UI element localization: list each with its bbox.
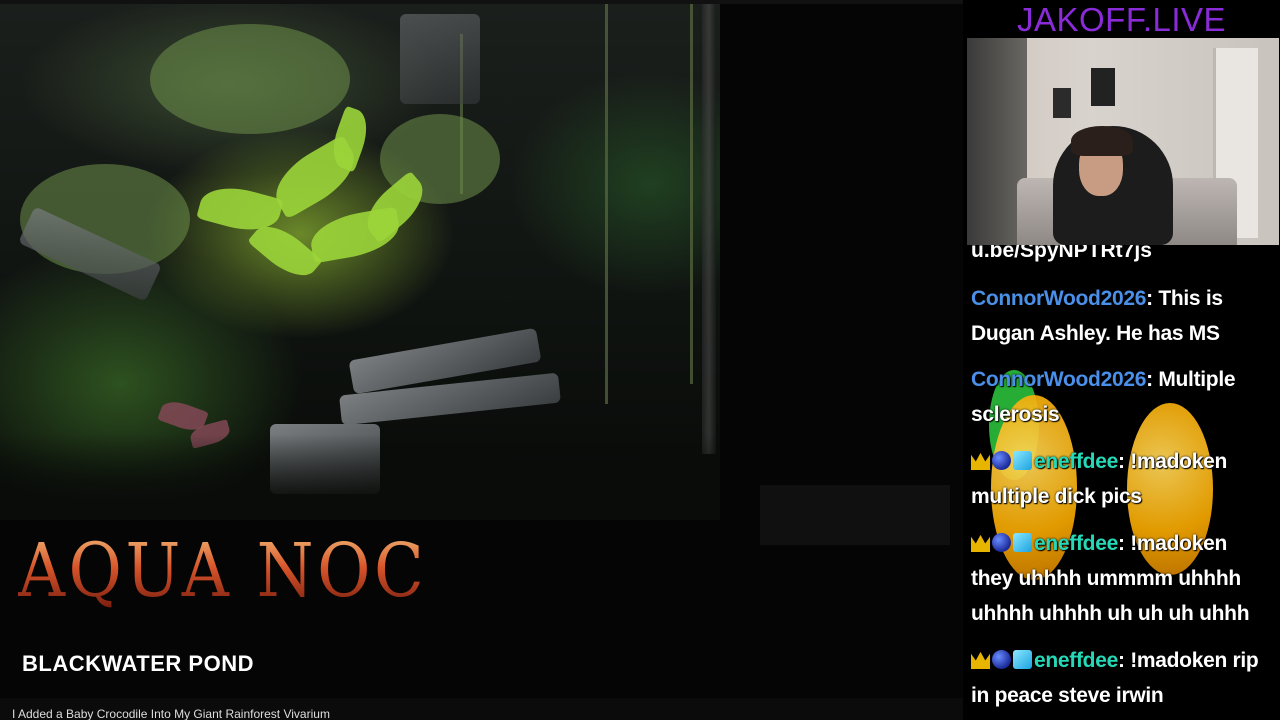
channel-brand: JAKOFF.LIVE [1016,1,1227,38]
stream-side-panel: JAKOFF.LIVE u.be/SpyNPTRt7js ConnorWood2… [963,0,1280,720]
video-caption-text: I Added a Baby Crocodile Into My Giant R… [12,707,330,720]
cube-icon [1013,650,1032,669]
orb-icon [992,533,1011,552]
video-player[interactable]: Aqua Noctis BLACKWATER POND I Added a Ba… [0,0,963,720]
webcam-feed [967,38,1279,245]
chat-feed[interactable]: u.be/SpyNPTRt7js ConnorWood2026: This is… [963,245,1280,720]
chat-username[interactable]: eneffdee [1034,649,1118,672]
vivarium-thumbnail [0,4,720,520]
thumbnail-title: Aqua Noctis [18,528,552,614]
chat-message: eneffdee: !madoken they uhhhh ummmm uhhh… [971,532,1250,625]
chat-message: eneffdee: !madoken rip in peace steve ir… [971,649,1259,707]
thumbnail-subtitle: BLACKWATER POND [22,651,254,676]
chat-username[interactable]: ConnorWood2026 [971,368,1146,391]
crown-icon [971,534,990,552]
orb-icon [992,451,1011,470]
chat-message: ConnorWood2026: This is Dugan Ashley. He… [971,287,1223,345]
chat-username[interactable]: eneffdee [1034,450,1118,473]
video-caption-bar: I Added a Baby Crocodile Into My Giant R… [0,698,963,720]
cube-icon [1013,533,1032,552]
chat-username[interactable]: eneffdee [1034,532,1118,555]
chat-username[interactable]: ConnorWood2026 [971,287,1146,310]
cube-icon [1013,451,1032,470]
orb-icon [992,650,1011,669]
background-haze [760,485,950,545]
chat-cutoff-line: u.be/SpyNPTRt7js [971,245,1152,262]
crown-icon [971,452,990,470]
chat-message: ConnorWood2026: Multiple sclerosis [971,368,1236,426]
crown-icon [971,651,990,669]
chat-message: eneffdee: !madoken multiple dick pics [971,450,1227,508]
